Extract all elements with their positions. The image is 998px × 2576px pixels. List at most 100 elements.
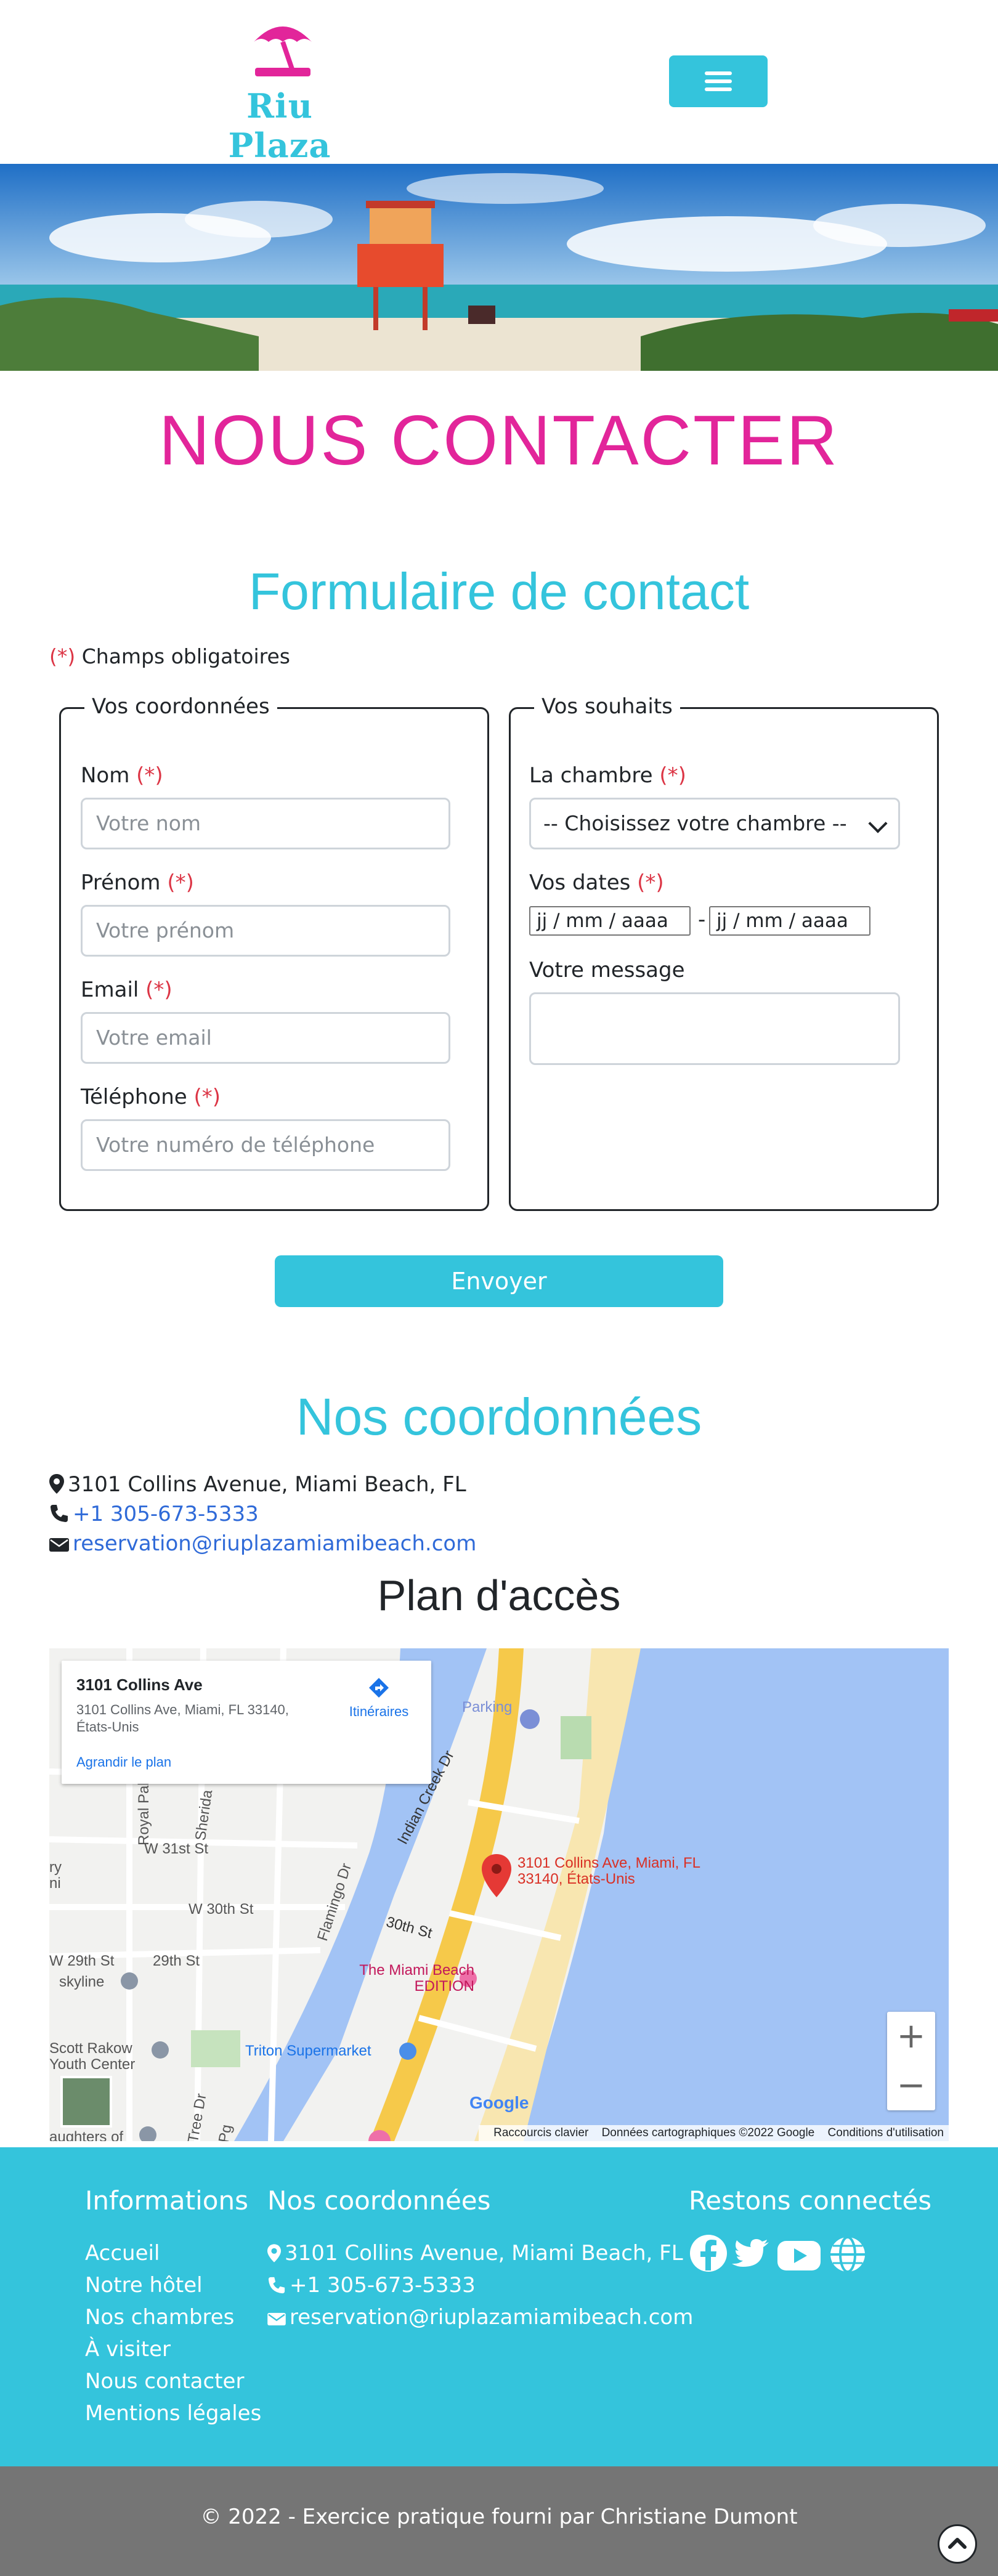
- site-header: Riu Plaza: [0, 0, 998, 165]
- coordinates-fieldset: Vos coordonnées Nom (*) Votre nom Prénom…: [59, 694, 489, 1211]
- form-title: Formulaire de contact: [248, 562, 750, 620]
- room-select-value: -- Choisissez votre chambre --: [543, 811, 847, 835]
- menu-toggle-button[interactable]: [669, 55, 768, 107]
- footer-link-chambres[interactable]: Nos chambres: [85, 2304, 234, 2331]
- site-logo[interactable]: Riu Plaza: [196, 17, 363, 165]
- date-from-input[interactable]: jj / mm / aaaa: [529, 906, 691, 936]
- site-footer: Informations Accueil Notre hôtel Nos cha…: [0, 2147, 998, 2466]
- contact-address-text: 3101 Collins Avenue, Miami Beach, FL: [68, 1472, 466, 1497]
- copyright-bar: © 2022 - Exercice pratique fourni par Ch…: [0, 2466, 998, 2576]
- contact-email-link[interactable]: reservation@riuplazamiamibeach.com: [73, 1531, 476, 1556]
- footer-email-text[interactable]: reservation@riuplazamiamibeach.com: [290, 2305, 693, 2330]
- chevron-up-icon: [948, 2538, 967, 2549]
- facebook-icon[interactable]: [690, 2235, 727, 2272]
- map-label-edition: The Miami Beach EDITION: [359, 1962, 474, 1995]
- google-logo: Google: [469, 2093, 529, 2112]
- contact-email[interactable]: reservation@riuplazamiamibeach.com: [49, 1530, 476, 1557]
- dates-label-text: Vos dates: [529, 870, 638, 895]
- room-label: La chambre (*): [529, 763, 686, 788]
- zoom-out-button[interactable]: −: [887, 2061, 935, 2110]
- required-marker: (*): [167, 870, 194, 895]
- footer-address-text: 3101 Collins Avenue, Miami Beach, FL: [285, 2241, 683, 2266]
- page-title: NOUS CONTACTER: [159, 402, 839, 480]
- map-marker-icon: [49, 1474, 64, 1494]
- email-label-text: Email: [81, 978, 146, 1002]
- footer-phone[interactable]: +1 305-673-5333: [267, 2272, 476, 2299]
- map-label-daughters: aughters of: [49, 2129, 124, 2141]
- telephone-label: Téléphone (*): [81, 1085, 221, 1109]
- hamburger-menu-icon: [705, 71, 732, 75]
- required-marker: (*): [637, 870, 664, 895]
- embedded-map[interactable]: Parking Indian Creek Dr W 31st St W 30th…: [49, 1648, 949, 2141]
- contact-phone-link[interactable]: +1 305-673-5333: [73, 1502, 259, 1526]
- map-label-ni: ni: [49, 1875, 61, 1892]
- map-label-pg: Pg: [216, 2123, 235, 2141]
- footer-link-hotel[interactable]: Notre hôtel: [85, 2272, 203, 2299]
- map-footer: Raccourcis clavier Données cartographiqu…: [479, 2125, 949, 2141]
- footer-info-title: Informations: [85, 2185, 249, 2216]
- directions-button[interactable]: Itinéraires: [339, 1675, 419, 1720]
- map-label-youth: Youth Center: [49, 2056, 136, 2073]
- footer-phone-text[interactable]: +1 305-673-5333: [290, 2273, 476, 2298]
- map-terms-link[interactable]: Conditions d'utilisation: [828, 2126, 944, 2139]
- map-label-w31st: W 31st St: [144, 1841, 209, 1857]
- map-title: Plan d'accès: [377, 1571, 621, 1619]
- hamburger-line: [705, 79, 732, 83]
- envelope-icon: [267, 2312, 286, 2326]
- directions-icon: [369, 1678, 389, 1698]
- globe-icon[interactable]: [830, 2236, 865, 2273]
- directions-label: Itinéraires: [349, 1704, 409, 1719]
- map-label-w29th: W 29th St: [49, 1953, 115, 1969]
- map-label-ry: ry: [49, 1859, 62, 1876]
- wishes-legend: Vos souhaits: [534, 694, 680, 719]
- message-textarea[interactable]: [529, 992, 900, 1065]
- date-to-input[interactable]: jj / mm / aaaa: [709, 906, 870, 936]
- twitter-icon[interactable]: [732, 2239, 769, 2267]
- phone-icon: [51, 1505, 68, 1522]
- map-data-attribution: Données cartographiques ©2022 Google: [601, 2126, 815, 2139]
- enlarge-map-link[interactable]: Agrandir le plan: [76, 1754, 171, 1770]
- nom-input[interactable]: Votre nom: [81, 798, 450, 849]
- map-card-title: 3101 Collins Ave: [76, 1675, 203, 1694]
- wishes-fieldset: Vos souhaits La chambre (*) -- Choisisse…: [509, 694, 939, 1211]
- message-label: Votre message: [529, 958, 685, 982]
- room-label-text: La chambre: [529, 763, 660, 788]
- copyright-text: © 2022 - Exercice pratique fourni par Ch…: [200, 2505, 798, 2529]
- map-zoom-controls: + −: [887, 2012, 935, 2110]
- map-card-address: 3101 Collins Ave, Miami, FL 33140, États…: [76, 1702, 289, 1735]
- required-note: (*) Champs obligatoires: [49, 644, 290, 668]
- footer-link-mentions[interactable]: Mentions légales: [85, 2400, 261, 2427]
- map-label-scott: Scott Rakow: [49, 2040, 132, 2057]
- contact-phone[interactable]: +1 305-673-5333: [49, 1501, 259, 1528]
- telephone-input[interactable]: Votre numéro de téléphone: [81, 1119, 450, 1171]
- map-label-skyline: skyline: [59, 1974, 105, 1990]
- dates-label: Vos dates (*): [529, 870, 664, 895]
- footer-link-accueil[interactable]: Accueil: [85, 2240, 160, 2267]
- submit-button[interactable]: Envoyer: [275, 1255, 723, 1307]
- required-marker: (*): [193, 1085, 221, 1109]
- required-marker: (*): [49, 644, 76, 668]
- back-to-top-button[interactable]: [938, 2524, 977, 2564]
- room-select[interactable]: -- Choisissez votre chambre --: [529, 798, 900, 849]
- footer-email[interactable]: reservation@riuplazamiamibeach.com: [267, 2304, 693, 2331]
- telephone-label-text: Téléphone: [81, 1085, 194, 1109]
- prenom-input[interactable]: Votre prénom: [81, 905, 450, 957]
- beach-illustration: [0, 164, 998, 371]
- map-label-29th: 29th St: [153, 1953, 200, 1969]
- zoom-in-button[interactable]: +: [887, 2012, 935, 2061]
- hero-beach-image: [0, 164, 998, 371]
- nom-label-text: Nom: [81, 763, 137, 788]
- required-marker: (*): [145, 978, 172, 1002]
- date-separator: -: [698, 907, 706, 932]
- email-input[interactable]: Votre email: [81, 1012, 450, 1064]
- nom-label: Nom (*): [81, 763, 163, 788]
- footer-link-visiter[interactable]: À visiter: [85, 2336, 171, 2363]
- email-label: Email (*): [81, 978, 172, 1002]
- youtube-icon[interactable]: [777, 2241, 821, 2270]
- phone-icon: [268, 2277, 285, 2294]
- map-label-pin: 3101 Collins Ave, Miami, FL 33140, États…: [517, 1855, 700, 1887]
- social-icons: [690, 2235, 865, 2273]
- map-keyboard-shortcuts[interactable]: Raccourcis clavier: [493, 2126, 588, 2139]
- footer-link-contact[interactable]: Nous contacter: [85, 2368, 244, 2395]
- footer-coords-title: Nos coordonnées: [267, 2185, 491, 2216]
